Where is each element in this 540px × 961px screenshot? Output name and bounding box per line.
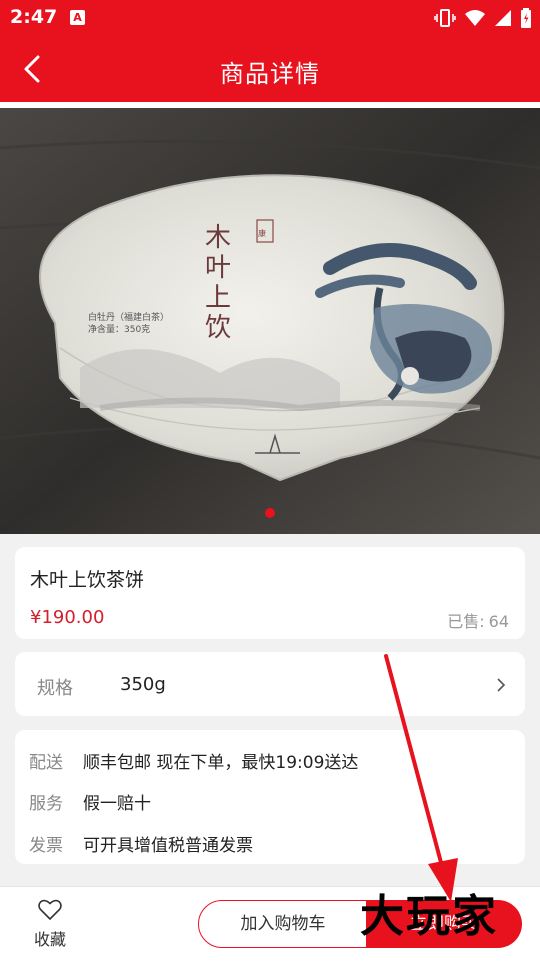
wifi-icon (465, 10, 485, 26)
service-label: 服务 (29, 794, 63, 814)
signal-icon (495, 10, 511, 26)
delivery-row: 配送 顺丰包邮 现在下单，最快19:09送达 (29, 748, 358, 773)
sold-value: 64 (488, 612, 509, 631)
invoice-row: 发票 可开具增值税普通发票 (29, 831, 253, 856)
svg-text:叶: 叶 (205, 253, 231, 283)
app-notification-icon: A (70, 10, 85, 25)
service-value: 假一赔十 (83, 794, 151, 814)
page-title: 商品详情 (220, 60, 320, 88)
system-icons (434, 7, 532, 29)
delivery-label: 配送 (29, 753, 63, 773)
product-image-carousel[interactable]: 木 叶 上 饮 康 白牡丹（福建白茶） 净含量：350克 (0, 108, 540, 534)
svg-text:木: 木 (205, 223, 231, 253)
spec-label: 规格 (37, 678, 73, 699)
svg-text:白牡丹（福建白茶）: 白牡丹（福建白茶） (88, 311, 169, 323)
svg-text:饮: 饮 (205, 313, 231, 343)
navigation-bar: 商品详情 (0, 36, 540, 102)
product-price: ¥190.00 (30, 607, 105, 628)
spec-selector[interactable]: 规格 350g (15, 652, 525, 716)
sold-count: 已售: 64 (443, 608, 509, 632)
battery-icon (521, 8, 531, 28)
status-bar: 2:47 A (0, 0, 540, 36)
svg-text:康: 康 (258, 228, 266, 238)
watermark-logo: 大玩家 (360, 891, 498, 942)
spec-value: 350g (120, 674, 166, 695)
status-time: 2:47 (10, 6, 58, 28)
product-summary-card: 木叶上饮茶饼 ¥190.00 已售: 64 (15, 547, 525, 639)
service-info-card: 配送 顺丰包邮 现在下单，最快19:09送达 服务 假一赔十 发票 可开具增值税普通发… (15, 730, 525, 864)
sold-label: 已售: (447, 612, 485, 631)
chevron-right-icon (497, 678, 506, 692)
service-row: 服务 假一赔十 (29, 789, 151, 814)
product-name: 木叶上饮茶饼 (30, 569, 145, 591)
add-to-cart-button[interactable]: 加入购物车 (198, 900, 368, 948)
carousel-indicator-active (265, 508, 275, 518)
vibrate-icon (434, 9, 456, 27)
favorite-button[interactable]: 收藏 (26, 899, 74, 950)
delivery-value: 顺丰包邮 现在下单，最快19:09送达 (83, 753, 359, 773)
invoice-value: 可开具增值税普通发票 (83, 836, 253, 856)
tea-cake-image[interactable]: 木 叶 上 饮 康 白牡丹（福建白茶） 净含量：350克 (0, 108, 540, 534)
favorite-label: 收藏 (33, 930, 66, 949)
svg-text:净含量：350克: 净含量：350克 (88, 323, 150, 335)
svg-text:上: 上 (205, 283, 231, 313)
heart-icon (38, 899, 62, 921)
brand-calligraphy: 木 叶 上 饮 (205, 223, 231, 343)
invoice-label: 发票 (29, 836, 63, 856)
